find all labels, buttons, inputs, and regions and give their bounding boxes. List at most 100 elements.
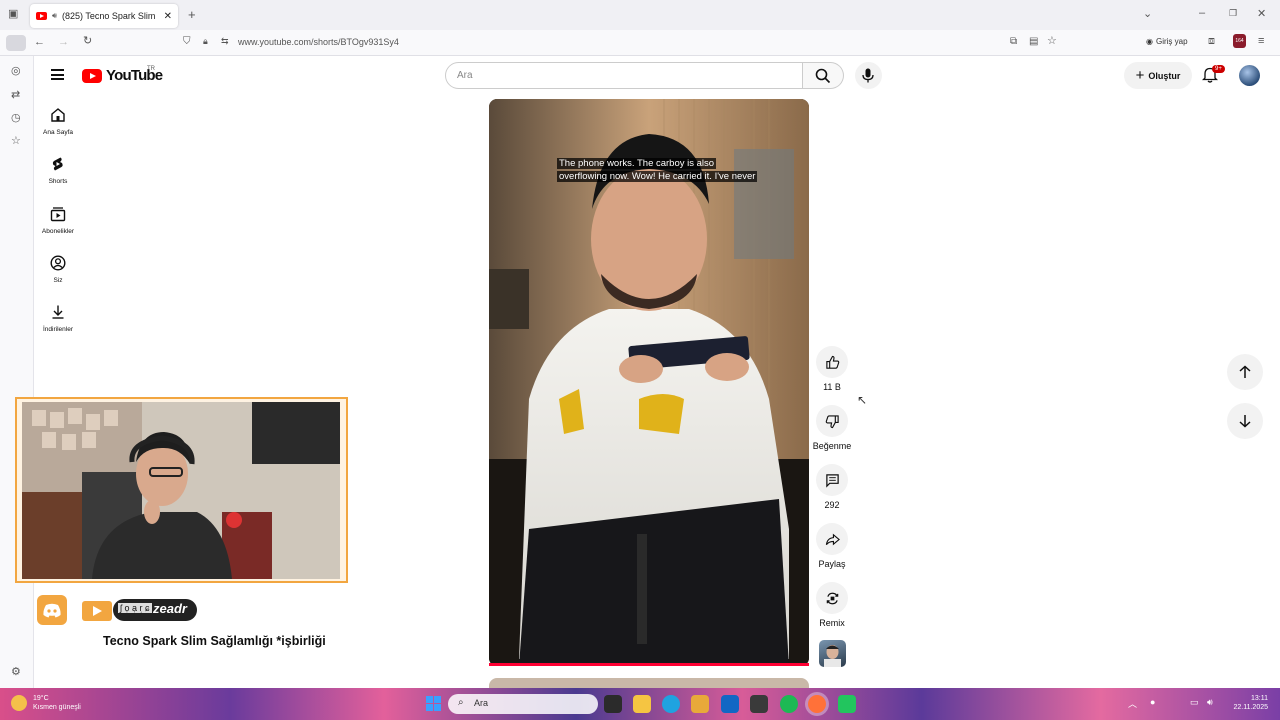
hamburger-menu-icon[interactable]	[51, 69, 64, 80]
sidebar-toggle-icon[interactable]	[6, 35, 26, 51]
sidebar-sync-icon[interactable]: ⇄	[11, 90, 20, 101]
search-input[interactable]: Ara	[445, 62, 803, 89]
sidebar-item-you[interactable]: Siz	[38, 255, 78, 284]
create-button[interactable]: + Oluştur	[1124, 62, 1192, 89]
comments-button[interactable]: 292	[812, 464, 852, 510]
volume-icon[interactable]: 🔊︎	[1207, 697, 1213, 708]
share-button[interactable]: Paylaş	[812, 523, 852, 569]
permissions-icon[interactable]: ⇆	[221, 37, 229, 46]
task-view-icon[interactable]	[604, 695, 622, 713]
clock[interactable]: 13:11 22.11.2025	[1228, 694, 1268, 712]
back-icon[interactable]: ←	[34, 37, 45, 48]
remix-icon	[826, 592, 838, 604]
sidebar-item-subscriptions[interactable]: Abonelikler	[38, 206, 78, 235]
mouse-cursor-icon: ↖	[857, 393, 868, 407]
thumbs-down-icon	[825, 414, 839, 428]
previous-short-button[interactable]	[1227, 354, 1263, 390]
close-window-icon[interactable]: ✕	[1257, 9, 1266, 20]
remix-button[interactable]: Remix	[812, 582, 852, 628]
close-tab-icon[interactable]: ✕	[164, 11, 172, 22]
minimize-icon[interactable]: –	[1199, 8, 1205, 19]
settings-app-icon[interactable]	[750, 695, 768, 713]
arrow-up-icon	[1239, 365, 1251, 378]
outlook-icon[interactable]	[721, 695, 739, 713]
new-tab-icon[interactable]: +	[188, 8, 196, 21]
comment-count: 292	[824, 500, 840, 510]
sidebar-item-shorts[interactable]: Shorts	[38, 156, 78, 185]
shorts-icon	[52, 157, 63, 171]
forward-icon[interactable]: →	[58, 37, 69, 48]
short-video-player[interactable]	[489, 99, 809, 666]
voice-search-button[interactable]	[855, 62, 882, 89]
file-explorer-icon[interactable]	[633, 695, 651, 713]
youtube-favicon-icon	[36, 12, 47, 20]
video-progress-bar[interactable]	[489, 663, 809, 666]
taskbar-search-label: Ara	[474, 698, 489, 708]
like-button[interactable]: 11 B	[812, 346, 852, 392]
youtube-logo-icon	[82, 68, 102, 83]
url-field[interactable]: www.youtube.com/shorts/BTOgv931Sy4	[238, 37, 399, 47]
sidebar-item-label: Ana Sayfa	[43, 129, 73, 136]
thumbs-up-icon	[825, 355, 839, 369]
plus-icon: +	[1135, 67, 1145, 84]
caption-line-1: The phone works. The carboy is also	[557, 158, 717, 169]
avatar[interactable]	[1239, 65, 1260, 86]
windows-start-icon[interactable]	[426, 696, 441, 711]
sidebar-settings-icon[interactable]: ⚙	[11, 667, 21, 678]
short-title: Tecno Spark Slim Sağlamlığı *işbirliği	[103, 634, 326, 648]
clock-time: 13:11	[1251, 695, 1268, 702]
edge-icon[interactable]	[662, 695, 680, 713]
weather-widget[interactable]: 19°C Kısmen güneşli	[33, 694, 81, 712]
chevron-down-icon[interactable]: ⌄	[1143, 9, 1152, 20]
store-icon[interactable]	[691, 695, 709, 713]
weather-temp: 19°C	[33, 695, 49, 702]
dislike-label: Beğenme	[812, 441, 852, 451]
taskbar-search[interactable]: Ara	[448, 694, 598, 714]
shield-icon[interactable]: ⛉	[183, 37, 191, 47]
restore-icon[interactable]: ❐	[1229, 9, 1237, 18]
reload-icon[interactable]: ↻	[83, 36, 92, 47]
taskbar-search-icon: ⌕	[458, 697, 464, 708]
next-short-button[interactable]	[1227, 403, 1263, 439]
sidebar-item-label: Siz	[53, 277, 63, 284]
extensions-icon[interactable]: ⧈	[1208, 36, 1215, 47]
webcam-image	[22, 402, 340, 579]
network-icon[interactable]: ▭	[1190, 697, 1199, 708]
streamer-handle: ʃ ọ ạ ṛ ɕ	[118, 603, 152, 613]
weather-icon[interactable]	[11, 695, 27, 711]
sidebar-item-label: Shorts	[48, 178, 68, 185]
share-icon	[825, 533, 840, 545]
browser-tab[interactable]: 🔊︎ (825) Tecno Spark Slim Sağlı ✕	[30, 4, 178, 28]
tray-app-icon[interactable]: ●	[1150, 697, 1155, 707]
youtube-overlay-icon	[82, 601, 112, 621]
home-icon	[51, 108, 65, 122]
notification-count-badge: 9+	[1212, 65, 1225, 73]
spotify-icon[interactable]	[780, 695, 798, 713]
menu-icon[interactable]: ≡	[1258, 36, 1264, 47]
sidebar-bookmarks-icon[interactable]: ☆	[11, 136, 21, 147]
bookmark-star-icon[interactable]: ☆	[1047, 36, 1057, 47]
caption-line-2: overflowing now. Wow! He carried it. I'v…	[557, 171, 758, 182]
sidebar-item-home[interactable]: Ana Sayfa	[38, 107, 78, 136]
sidebar-ai-icon[interactable]: ◎	[11, 66, 21, 77]
picture-in-picture-icon[interactable]: ⧉	[1010, 37, 1017, 47]
sidebar-item-downloads[interactable]: İndirilenler	[38, 304, 78, 333]
video-frame	[489, 99, 809, 666]
audio-icon[interactable]: 🔊︎	[52, 11, 57, 21]
share-label: Paylaş	[818, 559, 846, 569]
reader-icon[interactable]: ▤	[1029, 37, 1038, 47]
tab-title: (825) Tecno Spark Slim Sağlı	[62, 11, 158, 21]
weather-desc: Kısmen güneşli	[33, 704, 81, 711]
search-button[interactable]	[803, 62, 844, 89]
tab-list-icon[interactable]: ▣	[8, 9, 18, 20]
signin-button[interactable]: ◉ Giriş yap	[1146, 37, 1188, 46]
ublock-icon[interactable]: 164	[1233, 34, 1246, 48]
app-icon[interactable]	[838, 695, 856, 713]
firefox-icon[interactable]	[808, 695, 826, 713]
like-count: 11 B	[823, 382, 841, 392]
tray-chevron-icon[interactable]: ︿	[1128, 697, 1137, 710]
sidebar-history-icon[interactable]: ◷	[11, 113, 21, 124]
dislike-button[interactable]: Beğenme	[812, 405, 852, 451]
lock-icon[interactable]: 🔒︎	[203, 37, 208, 46]
sound-thumbnail[interactable]	[819, 640, 846, 667]
